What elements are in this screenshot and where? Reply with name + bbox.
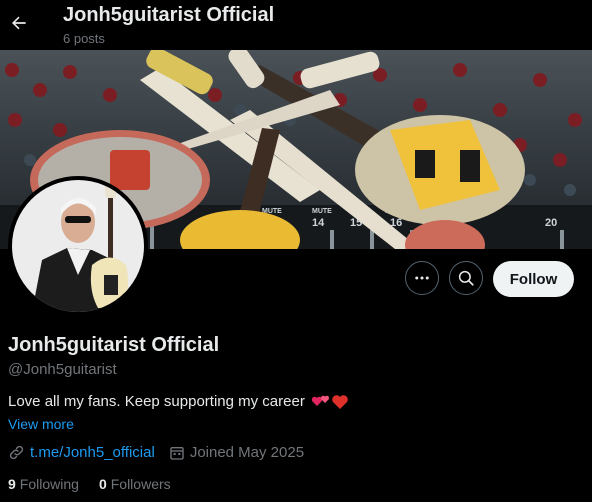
following-count: 9 [8, 476, 16, 492]
following-link[interactable]: 9 Following [8, 476, 79, 492]
follow-button[interactable]: Follow [493, 261, 574, 297]
svg-text:20: 20 [545, 217, 557, 229]
back-button[interactable] [6, 10, 32, 36]
top-bar: Jonh5guitarist Official 6 posts [0, 0, 592, 50]
red-heart-icon [332, 394, 348, 409]
ellipsis-icon [415, 276, 429, 280]
avatar-image [12, 180, 144, 312]
follow-stats: 9 Following 0 Followers [8, 476, 191, 492]
followers-link[interactable]: 0 Followers [99, 476, 171, 492]
calendar-icon [170, 446, 184, 460]
profile-display-name: Jonh5guitarist Official [8, 334, 220, 356]
arrow-left-icon [12, 16, 26, 30]
view-more-link[interactable]: View more [8, 416, 74, 432]
joined-text: Joined May 2025 [189, 444, 305, 461]
svg-text:14: 14 [312, 217, 325, 229]
two-hearts-icon [311, 395, 329, 406]
search-button[interactable] [449, 261, 483, 295]
following-label: Following [19, 476, 79, 492]
profile-meta: t.me/Jonh5_official Joined May 2025 [8, 444, 318, 461]
profile-link[interactable]: t.me/Jonh5_official [8, 444, 155, 461]
header-title: Jonh5guitarist Official [63, 4, 275, 26]
link-icon [9, 445, 24, 460]
posts-count: 6 posts [63, 31, 105, 46]
more-options-button[interactable] [405, 261, 439, 295]
followers-count: 0 [98, 476, 107, 492]
profile-avatar[interactable] [8, 176, 148, 316]
followers-label: Followers [110, 476, 171, 492]
bio-emoji [311, 394, 349, 410]
profile-bio: Love all my fans. Keep supporting my car… [8, 393, 349, 410]
bio-text: Love all my fans. Keep supporting my car… [8, 393, 305, 410]
profile-link-text[interactable]: t.me/Jonh5_official [30, 444, 155, 461]
search-icon [458, 270, 474, 286]
profile-handle: @Jonh5guitarist [8, 361, 117, 378]
joined-date: Joined May 2025 [169, 444, 304, 461]
svg-text:MUTE: MUTE [312, 208, 332, 215]
